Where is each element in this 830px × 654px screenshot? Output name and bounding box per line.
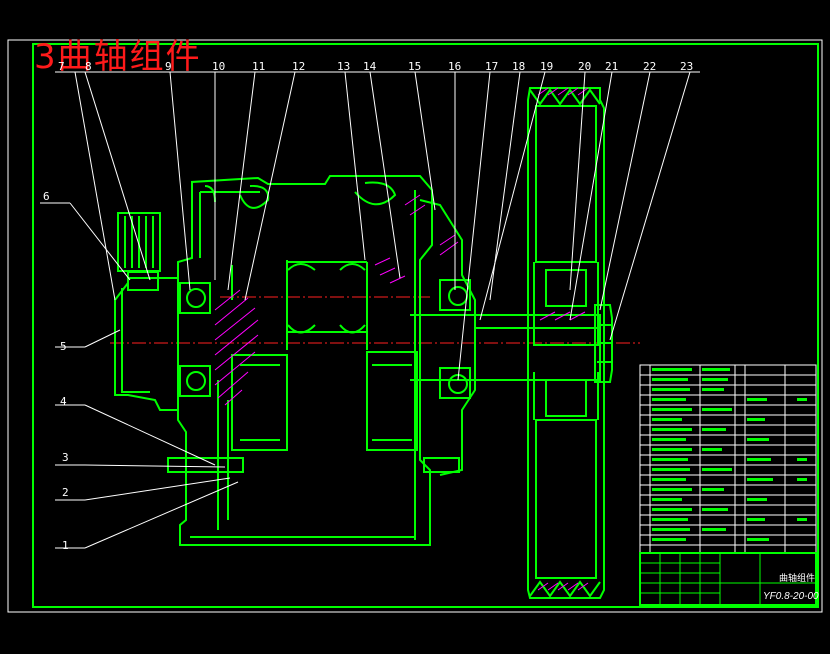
balloon-20: 20 bbox=[578, 60, 592, 73]
balloon-1: 1 bbox=[62, 539, 69, 552]
balloon-3: 3 bbox=[62, 451, 69, 464]
balloon-11: 11 bbox=[252, 60, 266, 73]
balloon-23: 23 bbox=[680, 60, 694, 73]
balloon-14: 14 bbox=[363, 60, 377, 73]
assembly-drawing bbox=[7, 39, 823, 613]
balloon-13: 13 bbox=[337, 60, 351, 73]
balloon-22: 22 bbox=[643, 60, 657, 73]
balloon-leaders bbox=[40, 71, 700, 549]
balloon-8: 8 bbox=[85, 60, 92, 73]
balloon-15: 15 bbox=[408, 60, 422, 73]
title-block-name: 曲轴组件 bbox=[779, 574, 816, 584]
balloon-7: 7 bbox=[58, 60, 65, 73]
section-hatch bbox=[214, 87, 589, 591]
balloon-21: 21 bbox=[605, 60, 619, 73]
balloon-4: 4 bbox=[60, 395, 67, 408]
balloon-5: 5 bbox=[60, 340, 67, 353]
balloon-19: 19 bbox=[540, 60, 554, 73]
balloon-10: 10 bbox=[212, 60, 226, 73]
balloon-2: 2 bbox=[62, 486, 69, 499]
balloon-17: 17 bbox=[485, 60, 499, 73]
balloon-18: 18 bbox=[512, 60, 526, 73]
title-block-code: YF0.8-20-00 bbox=[763, 591, 819, 602]
balloon-12: 12 bbox=[292, 60, 306, 73]
balloon-16: 16 bbox=[448, 60, 462, 73]
balloon-6: 6 bbox=[43, 190, 50, 203]
balloon-9: 9 bbox=[165, 60, 172, 73]
